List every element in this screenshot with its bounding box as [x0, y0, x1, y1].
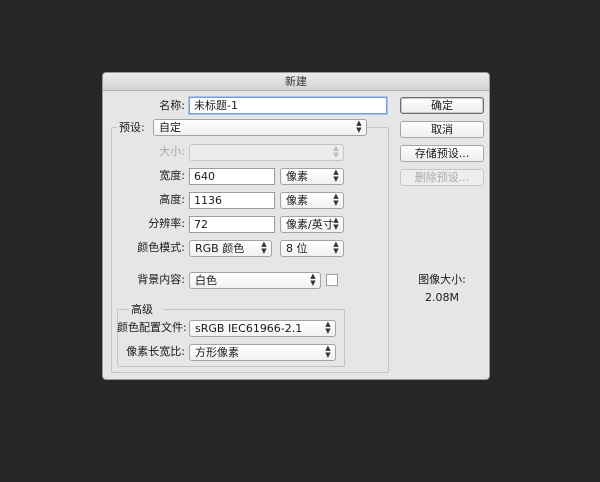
ok-button[interactable]: 确定: [400, 97, 484, 114]
size-select[interactable]: ▲ ▼: [189, 144, 344, 161]
image-size-value: 2.08M: [425, 291, 459, 304]
color-mode-select[interactable]: RGB 颜色 ▲ ▼: [189, 240, 272, 257]
color-mode-label: 颜色模式:: [137, 241, 185, 254]
background-label: 背景内容:: [137, 273, 185, 286]
width-input[interactable]: 640: [189, 168, 275, 185]
width-unit-value: 像素: [286, 170, 308, 183]
background-select[interactable]: 白色 ▲ ▼: [189, 272, 321, 289]
resolution-label: 分辨率:: [148, 217, 185, 230]
updown-chevron-icon: ▲ ▼: [333, 216, 339, 231]
color-profile-label: 颜色配置文件:: [117, 321, 187, 334]
preset-select[interactable]: 自定 ▲ ▼: [153, 119, 367, 136]
bit-depth-select[interactable]: 8 位 ▲ ▼: [280, 240, 344, 257]
color-profile-value: sRGB IEC61966-2.1: [195, 322, 303, 335]
name-label: 名称:: [159, 99, 185, 112]
height-unit-value: 像素: [286, 194, 308, 207]
updown-chevron-icon: ▲ ▼: [356, 119, 362, 134]
pixel-aspect-select[interactable]: 方形像素 ▲ ▼: [189, 344, 336, 361]
pixel-aspect-value: 方形像素: [195, 346, 239, 359]
color-profile-select[interactable]: sRGB IEC61966-2.1 ▲ ▼: [189, 320, 336, 337]
background-value: 白色: [195, 274, 217, 287]
width-unit-select[interactable]: 像素 ▲ ▼: [280, 168, 344, 185]
delete-preset-button[interactable]: 删除预设...: [400, 169, 484, 186]
save-preset-button[interactable]: 存储预设...: [400, 145, 484, 162]
height-input[interactable]: 1136: [189, 192, 275, 209]
resolution-unit-select[interactable]: 像素/英寸 ▲ ▼: [280, 216, 344, 233]
updown-chevron-icon: ▲ ▼: [325, 344, 331, 359]
color-mode-value: RGB 颜色: [195, 242, 245, 255]
image-size-label: 图像大小:: [418, 273, 466, 286]
background-color-swatch[interactable]: [326, 274, 338, 286]
height-unit-select[interactable]: 像素 ▲ ▼: [280, 192, 344, 209]
preset-value: 自定: [159, 121, 181, 134]
pixel-aspect-label: 像素长宽比:: [126, 345, 185, 358]
name-input[interactable]: 未标题-1: [189, 97, 387, 114]
preset-label: 预设:: [117, 119, 155, 137]
new-document-dialog: 新建 名称: 未标题-1 预设: 自定 ▲ ▼ 大小: ▲ ▼ 宽度: 640 像素…: [102, 72, 490, 380]
updown-chevron-icon: ▲ ▼: [310, 272, 316, 287]
updown-chevron-icon: ▲ ▼: [333, 192, 339, 207]
size-label: 大小:: [159, 145, 185, 158]
dialog-title: 新建: [103, 73, 489, 91]
updown-chevron-icon: ▲ ▼: [325, 320, 331, 335]
cancel-button[interactable]: 取消: [400, 121, 484, 138]
advanced-title: 高级: [129, 301, 163, 319]
updown-chevron-icon: ▲ ▼: [333, 168, 339, 183]
updown-chevron-icon: ▲ ▼: [333, 240, 339, 255]
updown-chevron-icon: ▲ ▼: [261, 240, 267, 255]
updown-chevron-icon: ▲ ▼: [333, 144, 339, 159]
resolution-unit-value: 像素/英寸: [286, 218, 334, 231]
resolution-input[interactable]: 72: [189, 216, 275, 233]
bit-depth-value: 8 位: [286, 242, 308, 255]
width-label: 宽度:: [159, 169, 185, 182]
height-label: 高度:: [159, 193, 185, 206]
